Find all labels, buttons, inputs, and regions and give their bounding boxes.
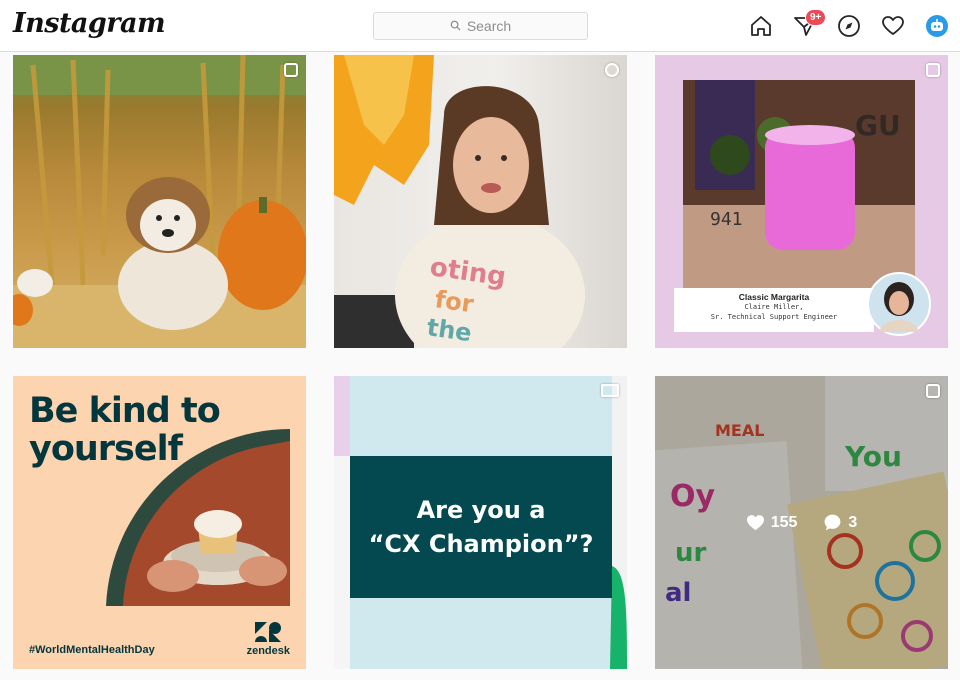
woman-voting-shirt-image: oting for the bbox=[334, 55, 585, 348]
profile-avatar-icon[interactable] bbox=[926, 15, 948, 37]
post-thumbnail[interactable]: Oy ur al MEAL You 155 3 bbox=[655, 376, 948, 669]
explore-compass-icon[interactable] bbox=[837, 14, 861, 38]
hashtag: #WorldMentalHealthDay bbox=[29, 644, 155, 656]
caption-title: Classic Margarita bbox=[738, 292, 810, 302]
comments-count: 3 bbox=[848, 513, 858, 531]
instagram-logo[interactable]: Instagram bbox=[13, 8, 166, 39]
dog-pumpkin-image bbox=[13, 55, 306, 348]
notification-badge: 9+ bbox=[805, 9, 827, 26]
search-input[interactable]: Search bbox=[373, 12, 588, 40]
post-thumbnail[interactable]: Be kind to yourself #WorldMentalHealthDa… bbox=[13, 376, 306, 669]
post-thumbnail[interactable]: oting for the bbox=[334, 55, 627, 348]
profile-photo-circle bbox=[867, 272, 931, 336]
headline: Be kind to yourself bbox=[29, 391, 221, 469]
hover-stats-overlay: 155 3 bbox=[655, 376, 948, 669]
comments-stat: 3 bbox=[823, 513, 857, 532]
search-icon bbox=[450, 18, 461, 34]
video-camera-icon bbox=[601, 384, 619, 397]
activity-heart-icon[interactable] bbox=[881, 14, 905, 38]
headline-line-2: yourself bbox=[29, 429, 183, 469]
search-placeholder: Search bbox=[466, 18, 512, 34]
multi-image-icon bbox=[926, 63, 940, 77]
multi-image-icon bbox=[284, 63, 298, 77]
post-thumbnail[interactable]: Are you a “CX Champion”? bbox=[334, 376, 627, 669]
caption-card: Classic Margarita Claire Miller, Sr. Tec… bbox=[674, 288, 874, 332]
zendesk-mark-icon bbox=[255, 622, 282, 642]
comment-bubble-icon bbox=[824, 514, 841, 531]
zendesk-wordmark: zendesk bbox=[246, 645, 290, 657]
svg-text:941: 941 bbox=[710, 209, 743, 230]
post-thumbnail[interactable] bbox=[13, 55, 306, 348]
headline-line-1: Are you a bbox=[416, 496, 546, 524]
headline-line-1: Be kind to bbox=[29, 391, 221, 431]
likes-stat: 155 bbox=[746, 513, 798, 532]
caption-name: Claire Miller, bbox=[744, 303, 804, 311]
svg-text:GU: GU bbox=[855, 109, 901, 142]
post-thumbnail[interactable]: GU 941 Classic Margarita Claire Miller, … bbox=[655, 55, 948, 348]
caption-role: Sr. Technical Support Engineer bbox=[710, 313, 838, 321]
video-reel-icon bbox=[605, 63, 619, 77]
top-navigation-bar: Instagram Search 9+ bbox=[0, 0, 960, 52]
likes-count: 155 bbox=[770, 513, 798, 531]
home-icon[interactable] bbox=[749, 14, 773, 38]
cx-headline-box: Are you a “CX Champion”? bbox=[350, 456, 612, 598]
heart-icon bbox=[746, 515, 764, 531]
zendesk-logo: zendesk bbox=[247, 622, 290, 657]
svg-text:for: for bbox=[433, 285, 475, 318]
headline-line-2: “CX Champion”? bbox=[368, 530, 594, 558]
multi-image-icon bbox=[926, 384, 940, 398]
